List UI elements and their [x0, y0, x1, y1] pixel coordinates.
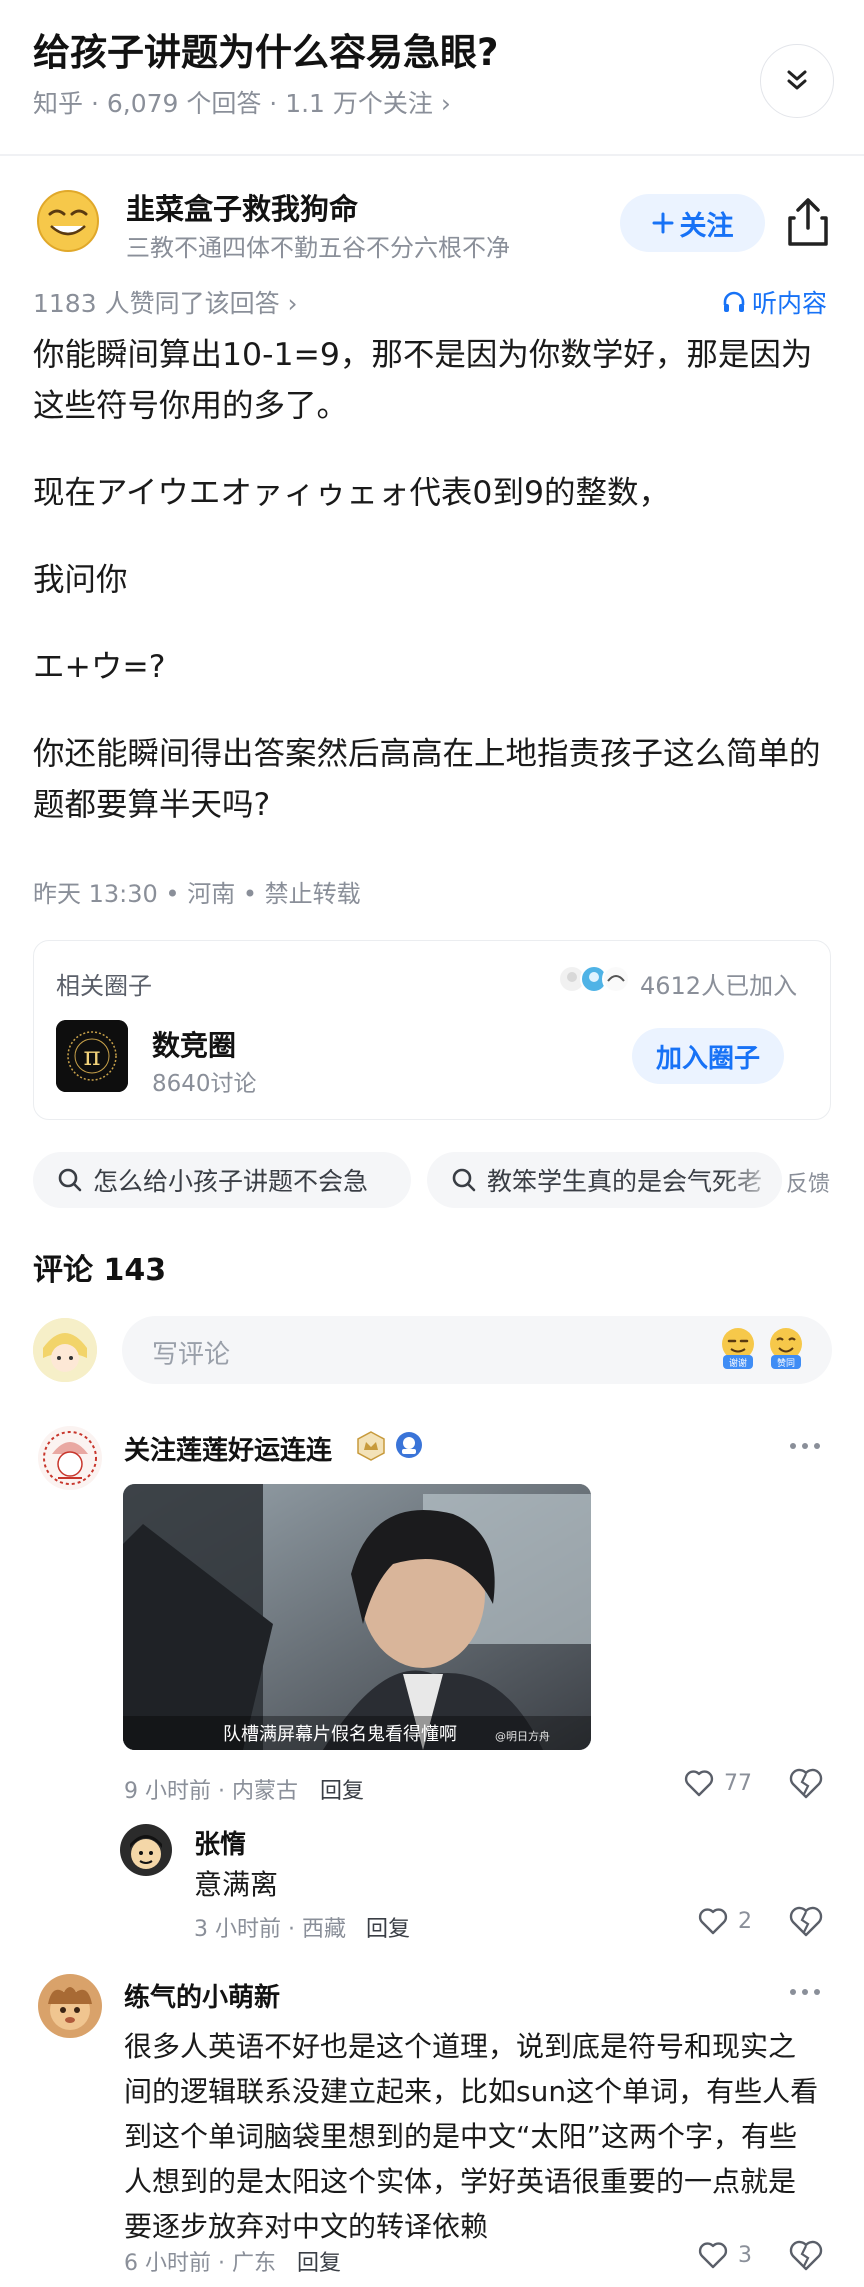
- share-button[interactable]: [784, 196, 832, 248]
- reply-time-location: 3 小时前 · 西藏: [194, 1917, 346, 1942]
- replier-name[interactable]: 张惰: [194, 1824, 246, 1861]
- commenter-avatar[interactable]: [38, 1974, 102, 2038]
- comment-time-location: 9 小时前 · 内蒙古: [124, 1779, 298, 1804]
- commenter-name[interactable]: 练气的小萌新: [124, 1977, 280, 2014]
- pi-symbol: π: [83, 1042, 100, 1072]
- reply-text: 意满离: [194, 1868, 279, 1901]
- join-circle-button[interactable]: 加入圈子: [632, 1028, 784, 1084]
- member-badge-icon: [394, 1430, 424, 1460]
- answer-paragraph: 现在アイウエオァィゥェォ代表0到9的整数，: [33, 475, 671, 511]
- question-meta[interactable]: 知乎 · 6,079 个回答 · 1.1 万个关注 ›: [33, 84, 451, 120]
- author-avatar[interactable]: [35, 188, 101, 254]
- comment-image[interactable]: 队槽满屏幕片假名鬼看得懂啊 @明日方舟: [123, 1484, 591, 1750]
- related-search-chip[interactable]: 怎么给小孩子讲题不会急: [33, 1152, 411, 1208]
- commenter-avatar[interactable]: [38, 1426, 102, 1490]
- broken-heart-icon: [789, 1768, 823, 1799]
- heart-icon: [698, 2242, 728, 2269]
- level-badge-icon: [355, 1430, 387, 1462]
- collapse-button[interactable]: [760, 44, 834, 118]
- plus-icon: [652, 212, 673, 234]
- comment-time-location: 6 小时前 · 广东: [124, 2251, 276, 2276]
- dislike-button[interactable]: [788, 1904, 824, 1940]
- question-title: 给孩子讲题为什么容易急眼?: [33, 31, 499, 74]
- listen-label: 听内容: [752, 289, 828, 318]
- headphones-icon: [723, 291, 745, 312]
- like-count: 3: [738, 2242, 752, 2268]
- follow-label: 关注: [679, 210, 734, 242]
- image-watermark: @明日方舟: [495, 1729, 550, 1743]
- commenter-name[interactable]: 关注莲莲好运连连: [124, 1430, 332, 1467]
- replier-avatar[interactable]: [120, 1824, 172, 1876]
- feedback-link[interactable]: 反馈: [786, 1166, 830, 1198]
- more-options-icon[interactable]: [785, 1436, 825, 1456]
- answer-body: 你能瞬间算出10-1=9，那不是因为你数学好，那是因为这些符号你用的多了。 现在…: [33, 330, 833, 867]
- answer-paragraph: 你还能瞬间得出答案然后高高在上地指责孩子这么简单的题都要算半天吗?: [33, 736, 821, 823]
- member-avatars: [556, 963, 634, 995]
- answer-paragraph: 我问你: [33, 562, 128, 598]
- search-icon: [58, 1168, 82, 1192]
- answer-paragraph: 你能瞬间算出10-1=9，那不是因为你数学好，那是因为这些符号你用的多了。: [33, 337, 813, 424]
- like-button[interactable]: 77: [684, 1769, 752, 1797]
- comment-placeholder: 写评论: [152, 1340, 231, 1370]
- dislike-button[interactable]: [788, 2238, 824, 2274]
- current-user-avatar[interactable]: [33, 1318, 97, 1382]
- reply-button[interactable]: 回复: [297, 2245, 341, 2277]
- author-bio: 三教不通四体不勤五谷不分六根不净: [126, 234, 510, 262]
- agree-emoji-button[interactable]: 赞同: [766, 1326, 806, 1372]
- circle-section-label: 相关圈子: [56, 972, 152, 1000]
- emoji-label: 谢谢: [729, 1357, 747, 1369]
- chevron-double-down-icon: [787, 70, 807, 90]
- like-count: 2: [738, 1908, 752, 1934]
- answer-paragraph: エ+ウ=?: [33, 649, 166, 685]
- chip-fade: [722, 1152, 782, 1208]
- like-count: 77: [724, 1770, 752, 1796]
- related-search-text: 怎么给小孩子讲题不会急: [93, 1167, 369, 1196]
- broken-heart-icon: [789, 1906, 823, 1937]
- post-meta: 昨天 13:30 • 河南 • 禁止转载: [33, 880, 361, 908]
- circle-logo[interactable]: π: [56, 1020, 128, 1092]
- share-icon: [788, 198, 828, 246]
- circle-name[interactable]: 数竞圈: [152, 1024, 236, 1064]
- comments-title: 评论 143: [33, 1253, 167, 1288]
- author-name[interactable]: 韭菜盒子救我狗命: [126, 186, 358, 228]
- heart-icon: [684, 1770, 714, 1797]
- reply-button[interactable]: 回复: [320, 1773, 364, 1805]
- vote-count[interactable]: 1183 人赞同了该回答 ›: [33, 284, 298, 320]
- related-search-chip[interactable]: 教笨学生真的是会气死老: [427, 1152, 782, 1208]
- comment-text: 很多人英语不好也是这个道理，说到底是符号和现实之间的逻辑联系没建立起来，比如su…: [124, 2030, 819, 2243]
- follow-button[interactable]: 关注: [620, 194, 765, 252]
- listen-button[interactable]: 听内容: [722, 284, 827, 320]
- more-options-icon[interactable]: [785, 1982, 825, 2002]
- reply-button[interactable]: 回复: [366, 1911, 410, 1943]
- emoji-label: 赞同: [777, 1357, 795, 1369]
- like-button[interactable]: 2: [698, 1907, 752, 1935]
- circle-discussions: 8640讨论: [152, 1071, 257, 1097]
- image-caption: 队槽满屏幕片假名鬼看得懂啊: [223, 1724, 457, 1745]
- search-icon: [452, 1168, 476, 1192]
- heart-icon: [698, 1908, 728, 1935]
- like-button[interactable]: 3: [698, 2241, 752, 2269]
- related-search-text: 教笨学生真的是会气死老: [487, 1167, 763, 1196]
- broken-heart-icon: [789, 2240, 823, 2271]
- header-divider: [0, 154, 864, 156]
- thanks-emoji-button[interactable]: 谢谢: [718, 1326, 758, 1372]
- dislike-button[interactable]: [788, 1766, 824, 1802]
- circle-members-count: 4612人已加入: [640, 972, 798, 1000]
